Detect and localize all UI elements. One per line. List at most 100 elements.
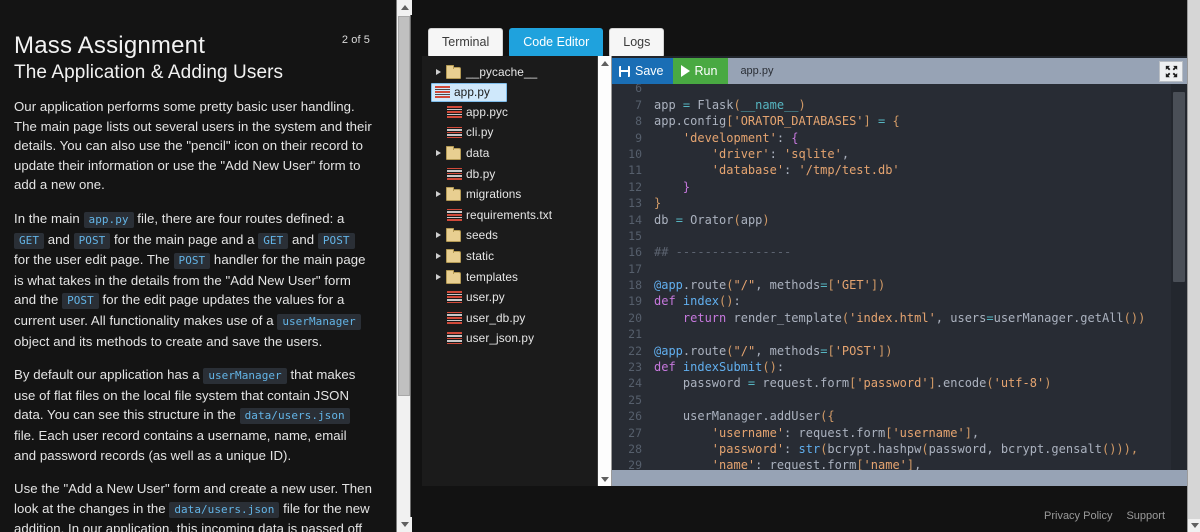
file-tree-item-data[interactable]: data <box>422 143 597 164</box>
editor-left-scrollbar[interactable] <box>598 56 612 486</box>
inline-code: POST <box>317 232 355 249</box>
scroll-up-arrow-icon[interactable] <box>397 0 412 15</box>
line-number: 29 <box>628 458 642 470</box>
folder-icon <box>445 65 462 80</box>
scrollbar-thumb[interactable] <box>398 16 410 396</box>
file-icon <box>445 105 462 119</box>
scroll-down-arrow-icon[interactable] <box>1188 519 1200 532</box>
file-tree-item-label: cli.py <box>466 125 494 140</box>
tab-logs[interactable]: Logs <box>609 28 665 58</box>
code-token: ( <box>921 441 929 456</box>
scroll-up-arrow-icon[interactable] <box>598 56 612 70</box>
code-text-area[interactable]: 5import user_json as userManager67app = … <box>612 58 1171 470</box>
code-line: 9 'development': { <box>612 130 1171 146</box>
lesson-text: file. Each user record contains a userna… <box>14 428 347 463</box>
save-button-label: Save <box>635 64 664 78</box>
file-tree-item-app-pyc[interactable]: app.pyc <box>422 102 597 123</box>
file-tree-item-static[interactable]: static <box>422 246 597 267</box>
code-token: , methods <box>755 343 821 358</box>
file-tree-item-label: app.pyc <box>466 104 509 119</box>
code-token: : request.form <box>784 425 886 440</box>
privacy-policy-link[interactable]: Privacy Policy <box>1044 510 1112 522</box>
code-token: Flask <box>690 97 734 112</box>
code-token: ())), <box>1101 441 1139 456</box>
chevron-right-icon[interactable] <box>432 191 445 198</box>
scrollbar-thumb[interactable] <box>1173 92 1185 282</box>
chevron-right-icon[interactable] <box>432 232 445 239</box>
code-token: password <box>654 376 748 391</box>
code-token: 'password' <box>711 441 785 456</box>
code-token: , <box>841 146 850 161</box>
code-token: ] <box>964 425 972 440</box>
run-button-label: Run <box>694 64 718 78</box>
file-tree-item-migrations[interactable]: migrations <box>422 184 597 205</box>
file-tree-item-label: user_json.py <box>466 331 535 346</box>
code-line-content: 'name': request.form['name'], <box>654 457 922 470</box>
code-token: ) <box>1044 376 1052 391</box>
code-token: userManager.addUser <box>654 409 821 424</box>
code-token: () <box>762 360 777 375</box>
save-button[interactable]: Save <box>612 58 673 84</box>
file-tree[interactable]: __pycache__ app.py app.pyc cli.py data db.py m… <box>422 56 597 486</box>
file-tree-item-cli-py[interactable]: cli.py <box>422 122 597 143</box>
file-tree-item-pycache[interactable]: __pycache__ <box>422 62 597 83</box>
inline-code: userManager <box>203 368 287 385</box>
file-tree-item-db-py[interactable]: db.py <box>422 163 597 184</box>
tab-terminal[interactable]: Terminal <box>428 28 504 58</box>
code-horizontal-scrollbar[interactable] <box>612 470 1187 486</box>
floppy-disk-icon <box>619 65 630 77</box>
code-token: def <box>654 294 676 309</box>
file-tree-item-label: migrations <box>466 187 522 202</box>
scroll-down-arrow-icon[interactable] <box>598 472 612 486</box>
expand-arrows-icon[interactable] <box>1159 60 1183 82</box>
code-line-content: 'driver': 'sqlite', <box>654 146 849 162</box>
chevron-right-icon[interactable] <box>432 69 445 76</box>
support-link[interactable]: Support <box>1126 510 1165 522</box>
code-token: ( <box>726 278 734 293</box>
scroll-down-arrow-icon[interactable] <box>397 517 412 532</box>
code-token: 'GET' <box>834 278 871 293</box>
file-tree-item-user-db-py[interactable]: user_db.py <box>422 308 597 329</box>
chevron-right-icon[interactable] <box>432 150 445 157</box>
file-tree-item-label: user_db.py <box>466 310 526 325</box>
line-number: 16 <box>628 245 642 260</box>
code-token: ( <box>733 212 741 227</box>
chevron-right-icon[interactable] <box>432 253 445 260</box>
code-token: app <box>740 212 763 227</box>
file-tree-item-user-py[interactable]: user.py <box>422 287 597 308</box>
code-line-content: userManager.addUser({ <box>654 408 835 424</box>
file-tree-item-requirements-txt[interactable]: requirements.txt <box>422 205 597 226</box>
code-vertical-scrollbar[interactable] <box>1171 58 1187 470</box>
code-line-content: return render_template('index.html', use… <box>654 310 1145 326</box>
file-tree-item-user-json-py[interactable]: user_json.py <box>422 328 597 349</box>
code-token: 'driver' <box>711 146 770 161</box>
code-token: [ <box>856 458 864 470</box>
editor-toolbar: Save Run app.py <box>612 58 1187 84</box>
code-token: ] <box>928 376 936 391</box>
inline-code: POST <box>173 253 211 270</box>
file-tree-item-app-py[interactable]: app.py <box>431 82 507 102</box>
code-line: 22 @app.route("/", methods=['POST']) <box>612 343 1171 359</box>
file-tree-item-label: app.py <box>454 85 491 100</box>
lesson-paragraph: In the main app.py file, there are four … <box>14 209 372 351</box>
chevron-right-icon[interactable] <box>432 273 445 280</box>
line-number: 11 <box>628 163 642 178</box>
file-tree-item-templates[interactable]: templates <box>422 266 597 287</box>
page-scrollbar[interactable] <box>1187 0 1200 532</box>
tab-code-editor[interactable]: Code Editor <box>509 28 604 58</box>
code-token: bcrypt.hashpw <box>827 441 922 456</box>
lesson-text: for the main page and a <box>110 231 259 247</box>
code-token: 'database' <box>711 163 785 178</box>
lesson-panel-scrollbar[interactable] <box>396 0 412 532</box>
run-button[interactable]: Run <box>672 58 729 84</box>
code-token: ( <box>986 376 994 391</box>
line-number: 8 <box>635 114 642 129</box>
code-token: 'username' <box>711 425 785 440</box>
code-token: password, bcrypt.gensalt <box>928 441 1102 456</box>
lesson-text: object and its methods to create and sav… <box>14 333 323 349</box>
file-tree-item-seeds[interactable]: seeds <box>422 225 597 246</box>
code-line: 21 <box>612 326 1171 342</box>
